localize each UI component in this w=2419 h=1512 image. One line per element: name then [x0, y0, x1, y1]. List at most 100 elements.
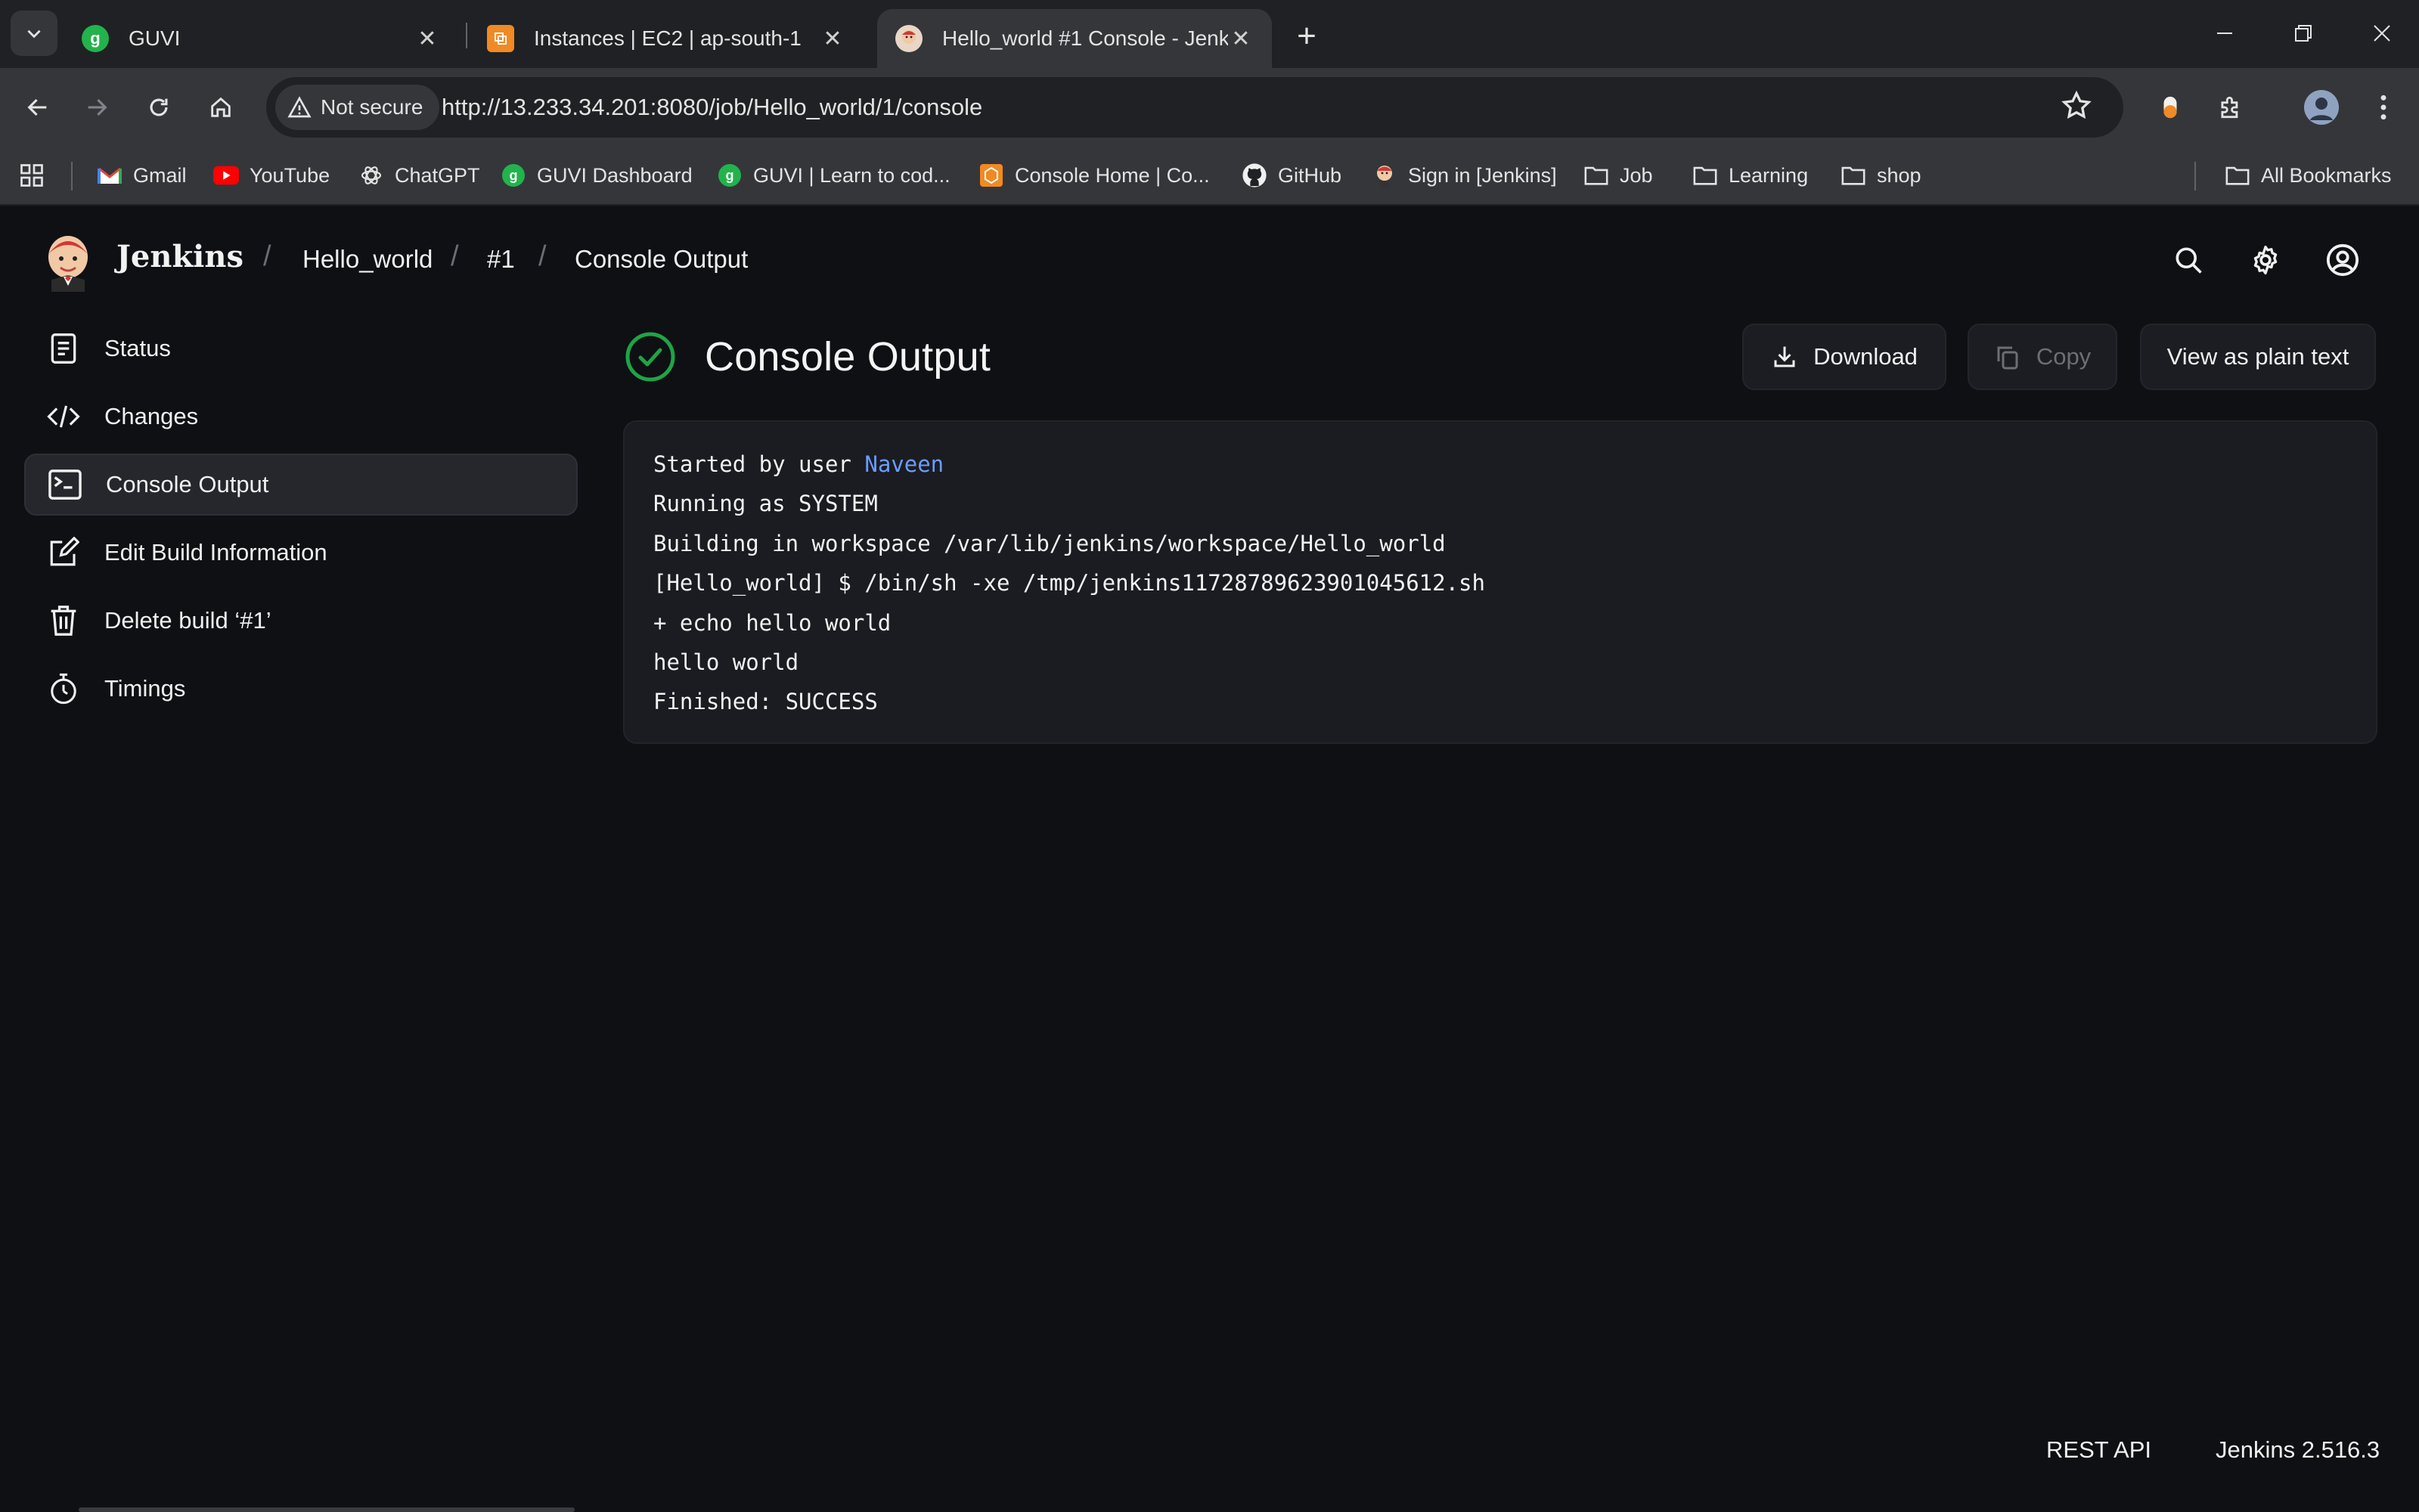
svg-text:g: g: [510, 168, 518, 183]
sidebar-item-label: Edit Build Information: [104, 539, 327, 565]
bookmark-star-button[interactable]: [2060, 89, 2093, 126]
bookmark-jenkins-signin[interactable]: Sign in [Jenkins]: [1372, 147, 1557, 204]
bookmark-github[interactable]: GitHub: [1242, 147, 1341, 204]
download-icon: [1774, 346, 1795, 367]
tab-ec2-instances[interactable]: Instances | EC2 | ap-south-1 ✕: [469, 9, 864, 68]
tab-guvi[interactable]: g GUVI ✕: [64, 9, 458, 68]
sidebar-item-console-output[interactable]: Console Output: [24, 454, 578, 516]
sidebar-item-label: Status: [104, 335, 171, 361]
url-text[interactable]: http://13.233.34.201:8080/job/Hello_worl…: [442, 77, 982, 138]
console-line: hello world: [653, 649, 799, 675]
bookmark-label: Console Home | Co...: [1015, 163, 1210, 187]
home-icon: [211, 97, 231, 117]
breadcrumb-separator: /: [451, 240, 459, 272]
bookmarks-divider: [2194, 162, 2196, 191]
restore-button[interactable]: [2281, 12, 2326, 54]
close-icon[interactable]: ✕: [820, 26, 845, 51]
console-line: Started by user Naveen: [653, 445, 2347, 484]
extensions-menu-button[interactable]: [2210, 86, 2252, 129]
guvi-icon: g: [82, 25, 109, 52]
arrow-left-icon: [27, 98, 47, 116]
view-plain-text-button[interactable]: View as plain text: [2140, 324, 2376, 390]
browser-menu-button[interactable]: [2362, 86, 2405, 129]
bookmark-label: Sign in [Jenkins]: [1408, 163, 1557, 187]
reload-button[interactable]: [138, 86, 180, 129]
jenkins-brand[interactable]: Jenkins: [116, 239, 243, 274]
breadcrumb-current: Console Output: [575, 245, 749, 273]
bookmark-chatgpt[interactable]: ChatGPT: [358, 147, 480, 204]
back-button[interactable]: [17, 86, 59, 129]
apps-button[interactable]: [18, 147, 45, 204]
user-link[interactable]: Naveen: [864, 451, 944, 477]
user-menu-button[interactable]: [2321, 239, 2364, 281]
console-output: Started by user Naveen Running as SYSTEM…: [623, 420, 2377, 744]
bookmark-label: shop: [1877, 163, 1921, 187]
jenkins-logo[interactable]: [44, 231, 92, 292]
manage-jenkins-button[interactable]: [2244, 239, 2287, 281]
all-bookmarks-label: All Bookmarks: [2261, 163, 2392, 187]
jenkins-version-link[interactable]: Jenkins 2.516.3: [2216, 1436, 2380, 1464]
breadcrumb-job[interactable]: Hello_world: [302, 245, 433, 274]
horizontal-scrollbar[interactable]: [79, 1507, 575, 1512]
bookmark-label: GUVI Dashboard: [537, 163, 693, 187]
close-icon: [2374, 25, 2390, 42]
home-button[interactable]: [200, 86, 242, 129]
bookmark-folder-job[interactable]: Job: [1583, 147, 1653, 204]
stopwatch-icon: [45, 671, 82, 707]
bookmark-aws-console[interactable]: Console Home | Co...: [978, 147, 1210, 204]
terminal-icon: [47, 466, 83, 503]
tab-jenkins-console[interactable]: Hello_world #1 Console - Jenkins ✕: [877, 9, 1272, 68]
gmail-icon: [97, 163, 123, 188]
copy-button[interactable]: Copy: [1968, 324, 2117, 390]
folder-icon: [1692, 163, 1718, 188]
code-icon: [45, 398, 82, 435]
bookmark-folder-shop[interactable]: shop: [1841, 147, 1921, 204]
extension-button[interactable]: [2149, 86, 2191, 129]
bookmark-label: Job: [1620, 163, 1653, 187]
tab-search-button[interactable]: [11, 11, 57, 56]
tab-title: Instances | EC2 | ap-south-1: [534, 26, 802, 50]
copy-label: Copy: [2036, 343, 2092, 370]
sidebar-item-status[interactable]: Status: [24, 318, 578, 380]
copy-icon: [1997, 346, 2018, 370]
address-bar[interactable]: Not secure http://13.233.34.201:8080/job…: [266, 77, 2123, 138]
success-check-icon: [625, 332, 675, 382]
star-icon: [2061, 90, 2092, 119]
bookmarks-divider: [71, 162, 73, 191]
breadcrumb-build[interactable]: #1: [487, 245, 515, 274]
close-window-button[interactable]: [2359, 12, 2405, 54]
bookmark-guvi-dashboard[interactable]: g GUVI Dashboard: [501, 147, 693, 204]
bookmark-youtube[interactable]: YouTube: [213, 147, 330, 204]
all-bookmarks-button[interactable]: All Bookmarks: [2225, 147, 2392, 204]
bookmark-label: Gmail: [133, 163, 187, 187]
restore-icon: [2295, 25, 2312, 42]
tab-title: GUVI: [129, 26, 181, 50]
forward-button[interactable]: [76, 86, 118, 129]
bookmark-guvi-learn[interactable]: g GUVI | Learn to cod...: [717, 147, 951, 204]
sidebar-item-timings[interactable]: Timings: [24, 658, 578, 720]
jenkins-icon: [1372, 163, 1397, 188]
sidebar-item-changes[interactable]: Changes: [24, 386, 578, 448]
bookmark-gmail[interactable]: Gmail: [97, 147, 187, 204]
gear-icon: [2253, 245, 2278, 275]
bookmarks-bar: Gmail YouTube ChatGPT g GUVI Dashboard g…: [0, 147, 2419, 206]
sidebar-item-label: Changes: [104, 403, 199, 429]
chevron-down-icon: [27, 29, 41, 39]
arrow-right-icon: [88, 98, 107, 116]
minimize-button[interactable]: [2202, 12, 2247, 54]
sidebar-item-delete-build[interactable]: Delete build ‘#1’: [24, 590, 578, 652]
profile-button[interactable]: [2300, 86, 2343, 129]
site-security-chip[interactable]: Not secure: [275, 85, 440, 130]
bookmark-folder-learning[interactable]: Learning: [1692, 147, 1808, 204]
rest-api-link[interactable]: REST API: [2046, 1436, 2151, 1464]
plus-icon: +: [1297, 17, 1316, 54]
download-button[interactable]: Download: [1742, 324, 1946, 390]
sidebar-item-edit-build-information[interactable]: Edit Build Information: [24, 522, 578, 584]
console-line: Running as SYSTEM: [653, 491, 878, 517]
search-button[interactable]: [2167, 239, 2210, 281]
bookmark-label: Learning: [1729, 163, 1809, 187]
new-tab-button[interactable]: +: [1285, 15, 1328, 57]
close-icon[interactable]: ✕: [414, 26, 440, 51]
browser-toolbar: Not secure http://13.233.34.201:8080/job…: [0, 68, 2419, 147]
close-icon[interactable]: ✕: [1228, 26, 1254, 51]
